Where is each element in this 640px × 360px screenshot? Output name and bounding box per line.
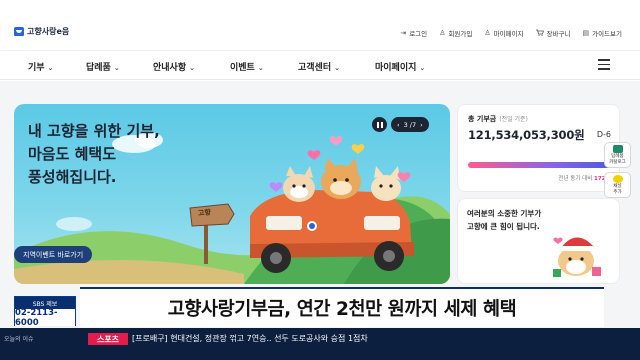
sbs-phone: 02-2113-6000 xyxy=(15,308,75,328)
dday-counter: D-6 xyxy=(596,130,611,139)
catalog-button[interactable]: 답례품 카탈로그 xyxy=(604,142,631,168)
guide-icon: ▤ xyxy=(582,29,590,37)
total-donation-label: 총 기부금 (전일 기준) xyxy=(468,114,528,124)
nav-donation[interactable]: 기부 ⌄ xyxy=(28,60,53,73)
user-plus-icon: ♙ xyxy=(439,29,446,37)
nav-gifts[interactable]: 답례품 ⌄ xyxy=(86,60,120,73)
page: 고향사랑e음 ⇥ 로그인 ♙ 회원가입 ♙ 마이페이지 장바구니 ▤ 가이드보기… xyxy=(0,0,640,360)
nav-label: 답례품 xyxy=(86,63,111,73)
ticker-left-label: 오늘의 이슈 xyxy=(4,336,34,343)
site-logo[interactable]: 고향사랑e음 xyxy=(14,26,69,37)
logo-icon xyxy=(14,27,24,36)
catalog-label: 답례품 카탈로그 xyxy=(609,153,626,165)
login-label: 로그인 xyxy=(409,30,428,38)
nav-label: 기부 xyxy=(28,63,45,73)
progress-fill xyxy=(468,162,611,168)
chevron-down-icon: ⌄ xyxy=(334,64,340,72)
login-link[interactable]: ⇥ 로그인 xyxy=(400,28,427,38)
cart-icon xyxy=(535,29,544,38)
nav-label: 마이페이지 xyxy=(375,63,417,73)
chevron-down-icon: ⌄ xyxy=(189,64,195,72)
cart-link[interactable]: 장바구니 xyxy=(535,28,571,38)
hamburger-icon[interactable] xyxy=(598,59,610,70)
news-caption: 고향사랑기부금, 연간 2천만 원까지 세제 혜택 xyxy=(80,287,604,327)
sbs-report-box: SBS 제보 02-2113-6000 xyxy=(14,296,76,328)
cat-santa-illustration xyxy=(553,237,601,277)
side-floating-buttons: 답례품 카탈로그 채널 추가 xyxy=(604,142,631,198)
nav-support[interactable]: 고객센터 ⌄ xyxy=(298,60,340,73)
nav-label: 안내사항 xyxy=(153,63,187,73)
ticker-headline: [프로배구] 현대건설, 정관장 꺾고 7연승.. 선두 도로공사와 승점 1점… xyxy=(132,334,368,343)
donation-stats-card: 총 기부금 (전일 기준) 121,534,053,300원 D-6 전년 동기 … xyxy=(457,104,620,192)
guide-label: 가이드보기 xyxy=(592,30,622,38)
channel-add-button[interactable]: 채널 추가 xyxy=(604,172,631,198)
total-donation-amount: 121,534,053,300원 xyxy=(468,128,585,142)
next-arrow-icon[interactable]: › xyxy=(420,121,423,129)
chevron-down-icon: ⌄ xyxy=(47,64,54,72)
ticker-category: 스포츠 xyxy=(88,333,128,345)
prev-arrow-icon[interactable]: ‹ xyxy=(397,121,400,129)
mypage-label: 마이페이지 xyxy=(493,30,524,38)
nav-label: 이벤트 xyxy=(230,63,255,73)
stat-sublabel: (전일 기준) xyxy=(499,116,528,123)
logo-text: 고향사랑e음 xyxy=(27,27,70,36)
nav-notice[interactable]: 안내사항 ⌄ xyxy=(153,60,195,73)
utility-links: ⇥ 로그인 ♙ 회원가입 ♙ 마이페이지 장바구니 ▤ 가이드보기 xyxy=(400,28,622,38)
pause-icon[interactable] xyxy=(372,117,387,132)
news-ticker: 오늘의 이슈 스포츠 [프로배구] 현대건설, 정관장 꺾고 7연승.. 선두 … xyxy=(0,328,640,360)
donation-progress-bar xyxy=(468,162,611,168)
top-header: 고향사랑e음 ⇥ 로그인 ♙ 회원가입 ♙ 마이페이지 장바구니 ▤ 가이드보기 xyxy=(0,0,640,50)
hero-pager: ‹ 3 /7 › xyxy=(372,117,429,132)
caption-text: 고향사랑기부금, 연간 2천만 원까지 세제 혜택 xyxy=(167,299,517,320)
pager-control: ‹ 3 /7 › xyxy=(391,117,429,132)
nav-mypage[interactable]: 마이페이지 ⌄ xyxy=(375,60,425,73)
stat-label: 총 기부금 xyxy=(468,115,497,123)
signup-link[interactable]: ♙ 회원가입 xyxy=(439,28,472,38)
nav-label: 고객센터 xyxy=(298,63,332,73)
catalog-icon xyxy=(612,144,623,153)
main-nav: 기부 ⌄ 답례품 ⌄ 안내사항 ⌄ 이벤트 ⌄ 고객센터 ⌄ 마이페이지 ⌄ xyxy=(0,50,640,80)
signup-label: 회원가입 xyxy=(448,30,473,38)
signpost-text: 고향 xyxy=(197,208,212,218)
region-event-button[interactable]: 지역이벤트 바로가기 xyxy=(14,246,93,263)
chevron-down-icon: ⌄ xyxy=(257,64,264,72)
user-icon: ♙ xyxy=(484,29,491,37)
nav-event[interactable]: 이벤트 ⌄ xyxy=(230,60,264,73)
chevron-down-icon: ⌄ xyxy=(419,64,426,72)
mypage-link[interactable]: ♙ 마이페이지 xyxy=(484,28,523,38)
chevron-down-icon: ⌄ xyxy=(113,64,120,72)
guide-link[interactable]: ▤ 가이드보기 xyxy=(582,28,622,38)
page-indicator: 3 /7 xyxy=(403,120,417,129)
hero-title: 내 고향을 위한 기부, 마음도 혜택도 풍성해집니다. xyxy=(28,122,160,186)
message-card[interactable]: 여러분의 소중한 기부가 고향에 큰 힘이 됩니다. xyxy=(457,198,620,284)
login-icon: ⇥ xyxy=(400,29,407,37)
growth-prefix: 전년 동기 대비 xyxy=(558,176,593,182)
channel-label: 채널 추가 xyxy=(613,183,622,195)
chat-icon xyxy=(612,174,623,183)
cart-label: 장바구니 xyxy=(546,30,571,38)
